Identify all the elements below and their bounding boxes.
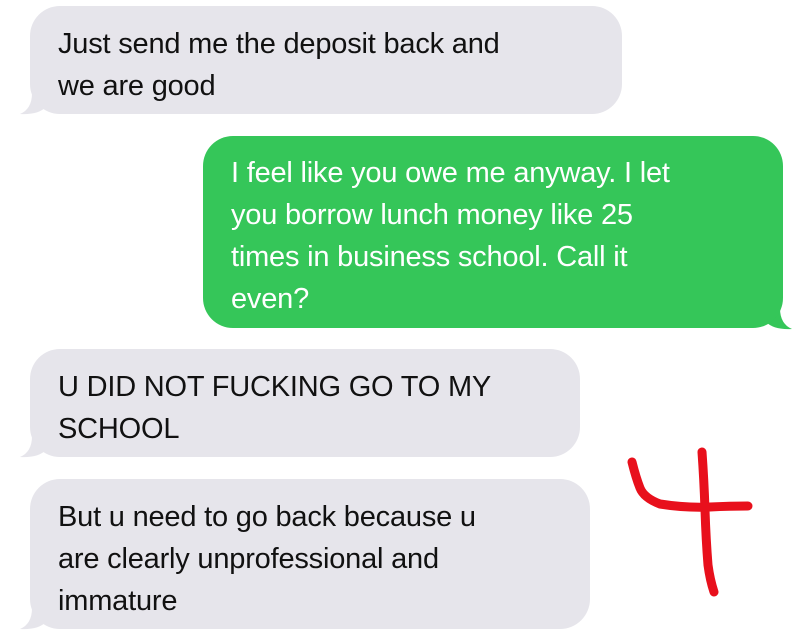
message-text-line: Just send me the deposit back and xyxy=(58,28,500,60)
received-message-bubble[interactable]: Just send me the deposit back and we are… xyxy=(30,6,622,114)
annotation-stroke xyxy=(627,457,753,512)
message-text-line: even? xyxy=(231,283,310,315)
sent-message-bubble[interactable]: I feel like you owe me anyway. I let you… xyxy=(203,136,783,328)
received-message-bubble[interactable]: U DID NOT FUCKING GO TO MY SCHOOL xyxy=(30,349,580,457)
message-text-line: I feel like you owe me anyway. I let xyxy=(231,157,670,189)
message-text-line: you borrow lunch money like 25 xyxy=(231,199,633,231)
message-text-line: SCHOOL xyxy=(58,413,180,445)
message-text-line: are clearly unprofessional and xyxy=(58,543,439,575)
handwritten-number-annotation xyxy=(627,447,753,597)
message-text-line: immature xyxy=(58,585,178,617)
message-thread: Just send me the deposit back and we are… xyxy=(0,0,800,637)
message-text-line: we are good xyxy=(58,70,216,102)
message-text-line: But u need to go back because u xyxy=(58,501,476,533)
message-text-line: times in business school. Call it xyxy=(231,241,628,273)
message-text-line: U DID NOT FUCKING GO TO MY xyxy=(58,371,492,403)
annotation-stroke xyxy=(697,447,719,597)
received-message-bubble[interactable]: But u need to go back because u are clea… xyxy=(30,479,590,629)
